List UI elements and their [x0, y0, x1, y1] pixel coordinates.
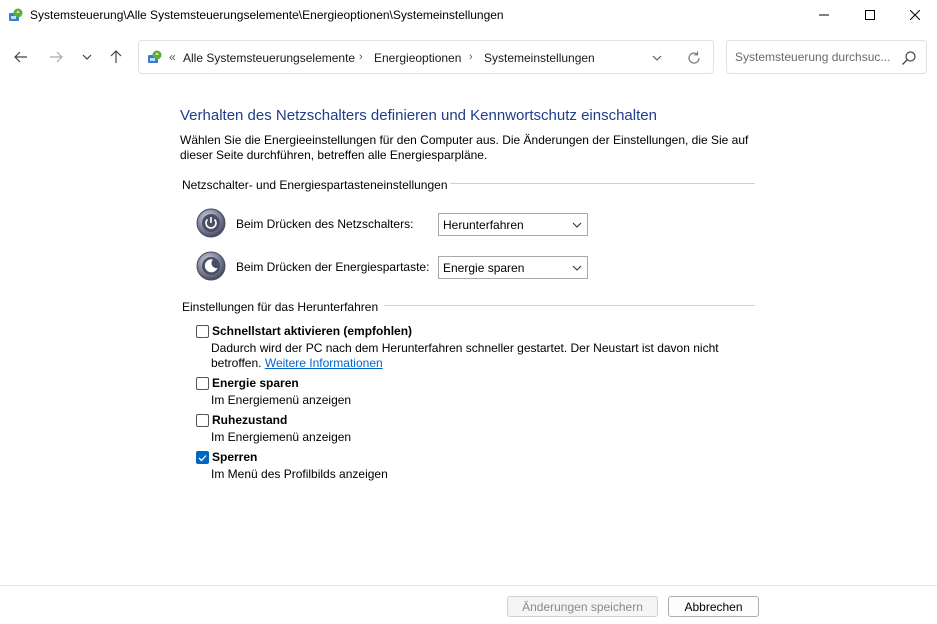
cancel-button[interactable]: Abbrechen: [668, 596, 759, 617]
breadcrumb-system-settings[interactable]: Systemeinstellungen: [484, 51, 595, 65]
sleep-button-label: Beim Drücken der Energiespartaste:: [236, 260, 430, 274]
arrow-left-icon: [14, 51, 27, 63]
fast-startup-checkbox[interactable]: [196, 325, 209, 338]
chevron-down-icon: [572, 222, 582, 228]
address-overflow-chevron[interactable]: «: [169, 50, 176, 64]
page-description: Wählen Sie die Energieeinstellungen für …: [180, 133, 749, 162]
sleep-option-title[interactable]: Energie sparen: [212, 376, 299, 390]
minimize-button[interactable]: [801, 0, 847, 30]
sleep-option-description: Im Energiemenü anzeigen: [211, 393, 352, 407]
group-divider: [384, 305, 755, 306]
sleep-button-icon: [196, 251, 226, 281]
power-settings-heading: Netzschalter- und Energiespartasteneinst…: [182, 178, 448, 192]
save-changes-button[interactable]: Änderungen speichern: [507, 596, 658, 617]
hibernate-option-description: Im Energiemenü anzeigen: [211, 430, 352, 444]
sleep-checkbox[interactable]: [196, 377, 209, 390]
control-panel-icon: [148, 50, 162, 63]
footer-divider: [0, 585, 937, 586]
sleep-button-select[interactable]: Energie sparen: [438, 256, 588, 279]
breadcrumb-separator[interactable]: ›: [359, 51, 363, 63]
power-button-select[interactable]: Herunterfahren: [438, 213, 588, 236]
breadcrumb-all-items[interactable]: Alle Systemsteuerungselemente: [183, 51, 355, 65]
fast-startup-description: Dadurch wird der PC nach dem Herunterfah…: [211, 341, 731, 371]
power-button-select-value: Herunterfahren: [443, 218, 524, 232]
hibernate-checkbox[interactable]: [196, 414, 209, 427]
minimize-icon: [819, 14, 829, 16]
more-info-link[interactable]: Weitere Informationen: [265, 356, 383, 370]
back-button[interactable]: [9, 46, 33, 68]
power-button-label: Beim Drücken des Netzschalters:: [236, 217, 414, 231]
lock-option-title[interactable]: Sperren: [212, 450, 257, 464]
refresh-icon: [688, 51, 700, 64]
up-button[interactable]: [104, 46, 128, 68]
close-icon: [910, 10, 920, 20]
lock-option-description: Im Menü des Profilbilds anzeigen: [211, 467, 388, 481]
arrow-right-icon: [50, 51, 63, 63]
recent-locations-button[interactable]: [75, 46, 99, 68]
search-input[interactable]: [735, 49, 895, 65]
fast-startup-title[interactable]: Schnellstart aktivieren (empfohlen): [212, 324, 412, 338]
refresh-button[interactable]: [685, 49, 703, 67]
checkmark-icon: [198, 454, 207, 461]
power-button-icon: [196, 208, 226, 238]
hibernate-option-title[interactable]: Ruhezustand: [212, 413, 287, 427]
page-title: Verhalten des Netzschalters definieren u…: [180, 107, 657, 124]
main-content: Verhalten des Netzschalters definieren u…: [0, 90, 937, 584]
maximize-icon: [865, 10, 875, 20]
breadcrumb-separator[interactable]: ›: [469, 51, 473, 63]
maximize-button[interactable]: [847, 0, 893, 30]
sleep-button-select-value: Energie sparen: [443, 261, 525, 275]
title-bar: Systemsteuerung\Alle Systemsteuerungsele…: [0, 0, 937, 30]
window-title: Systemsteuerung\Alle Systemsteuerungsele…: [30, 8, 504, 22]
forward-button[interactable]: [44, 46, 68, 68]
chevron-down-icon: [82, 54, 92, 60]
close-button[interactable]: [892, 0, 937, 30]
chevron-down-icon: [652, 55, 662, 61]
chevron-down-icon: [572, 265, 582, 271]
shutdown-settings-heading: Einstellungen für das Herunterfahren: [182, 300, 379, 314]
address-dropdown-button[interactable]: [649, 50, 665, 66]
address-bar[interactable]: « Alle Systemsteuerungselemente › Energi…: [138, 40, 714, 74]
navigation-bar: « Alle Systemsteuerungselemente › Energi…: [0, 38, 937, 76]
search-box[interactable]: [726, 40, 927, 74]
breadcrumb-power-options[interactable]: Energieoptionen: [374, 51, 461, 65]
search-icon[interactable]: [901, 50, 917, 66]
group-divider: [450, 183, 755, 184]
lock-checkbox[interactable]: [196, 451, 209, 464]
control-panel-icon: [9, 8, 23, 21]
arrow-up-icon: [110, 50, 122, 63]
